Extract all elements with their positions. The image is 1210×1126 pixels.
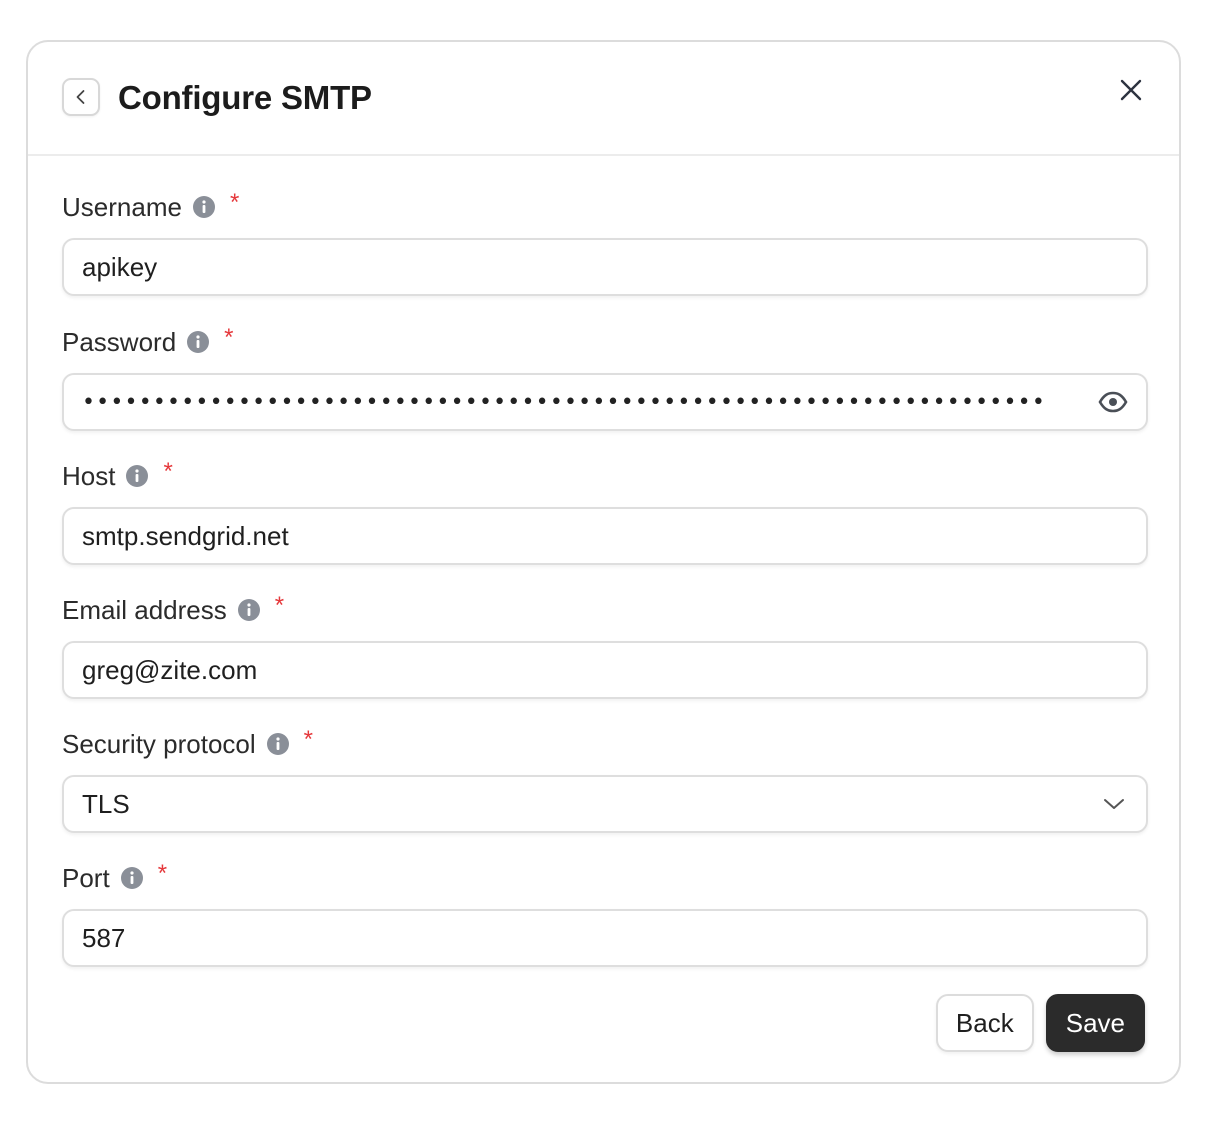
username-value: apikey <box>82 251 158 282</box>
password-field-group: Password * •••••••••••••••••••••••••••••… <box>62 324 1148 431</box>
info-icon[interactable] <box>186 330 210 354</box>
email-field-group: Email address * greg@zite.com <box>62 592 1148 699</box>
dialog-footer: Back Save <box>935 994 1145 1052</box>
username-input[interactable]: apikey <box>62 238 1148 296</box>
email-label: Email address <box>62 595 227 625</box>
username-field-group: Username * apikey <box>62 189 1148 296</box>
info-icon[interactable] <box>192 195 216 219</box>
security-protocol-select[interactable]: TLS <box>62 775 1148 833</box>
host-input[interactable]: smtp.sendgrid.net <box>62 507 1148 565</box>
security-protocol-label: Security protocol <box>62 729 256 759</box>
password-label-row: Password * <box>62 324 1148 358</box>
close-icon <box>1120 79 1142 101</box>
info-icon[interactable] <box>266 732 290 756</box>
port-field-group: Port * 587 <box>62 860 1148 967</box>
required-asterisk: * <box>303 726 313 753</box>
host-label-row: Host * <box>62 458 1148 492</box>
password-input[interactable]: ••••••••••••••••••••••••••••••••••••••••… <box>62 373 1148 431</box>
port-label: Port <box>62 863 110 893</box>
password-value: ••••••••••••••••••••••••••••••••••••••••… <box>82 389 1047 415</box>
header-back-button[interactable] <box>62 78 100 116</box>
eye-icon[interactable] <box>1098 387 1128 417</box>
info-icon[interactable] <box>125 464 149 488</box>
required-asterisk: * <box>274 592 285 619</box>
security-protocol-field-group: Security protocol * TLS <box>62 726 1148 833</box>
configure-smtp-dialog: Configure SMTP Username * apikey Passwor… <box>26 40 1181 1084</box>
email-value: greg@zite.com <box>82 654 258 685</box>
info-icon[interactable] <box>237 598 261 622</box>
password-label: Password <box>62 327 177 357</box>
host-field-group: Host * smtp.sendgrid.net <box>62 458 1148 565</box>
security-protocol-value: TLS <box>82 788 130 819</box>
username-label-row: Username * <box>62 189 1148 223</box>
dialog-title: Configure SMTP <box>118 79 372 116</box>
host-value: smtp.sendgrid.net <box>82 520 289 551</box>
required-asterisk: * <box>229 189 240 216</box>
port-input[interactable]: 587 <box>62 909 1148 967</box>
security-protocol-label-row: Security protocol * <box>62 726 1148 760</box>
chevron-down-icon <box>1100 790 1128 818</box>
close-button[interactable] <box>1113 72 1149 108</box>
info-icon[interactable] <box>120 866 144 890</box>
email-label-row: Email address * <box>62 592 1148 626</box>
required-asterisk: * <box>157 860 168 887</box>
dialog-header: Configure SMTP <box>28 42 1179 156</box>
required-asterisk: * <box>163 458 173 485</box>
host-label: Host <box>62 461 116 491</box>
required-asterisk: * <box>224 324 234 351</box>
username-label: Username <box>62 192 182 222</box>
back-button[interactable]: Back <box>935 994 1034 1052</box>
save-button[interactable]: Save <box>1045 994 1145 1052</box>
email-input[interactable]: greg@zite.com <box>62 641 1148 699</box>
chevron-left-icon <box>76 90 85 104</box>
port-value: 587 <box>82 922 126 953</box>
port-label-row: Port * <box>62 860 1148 894</box>
